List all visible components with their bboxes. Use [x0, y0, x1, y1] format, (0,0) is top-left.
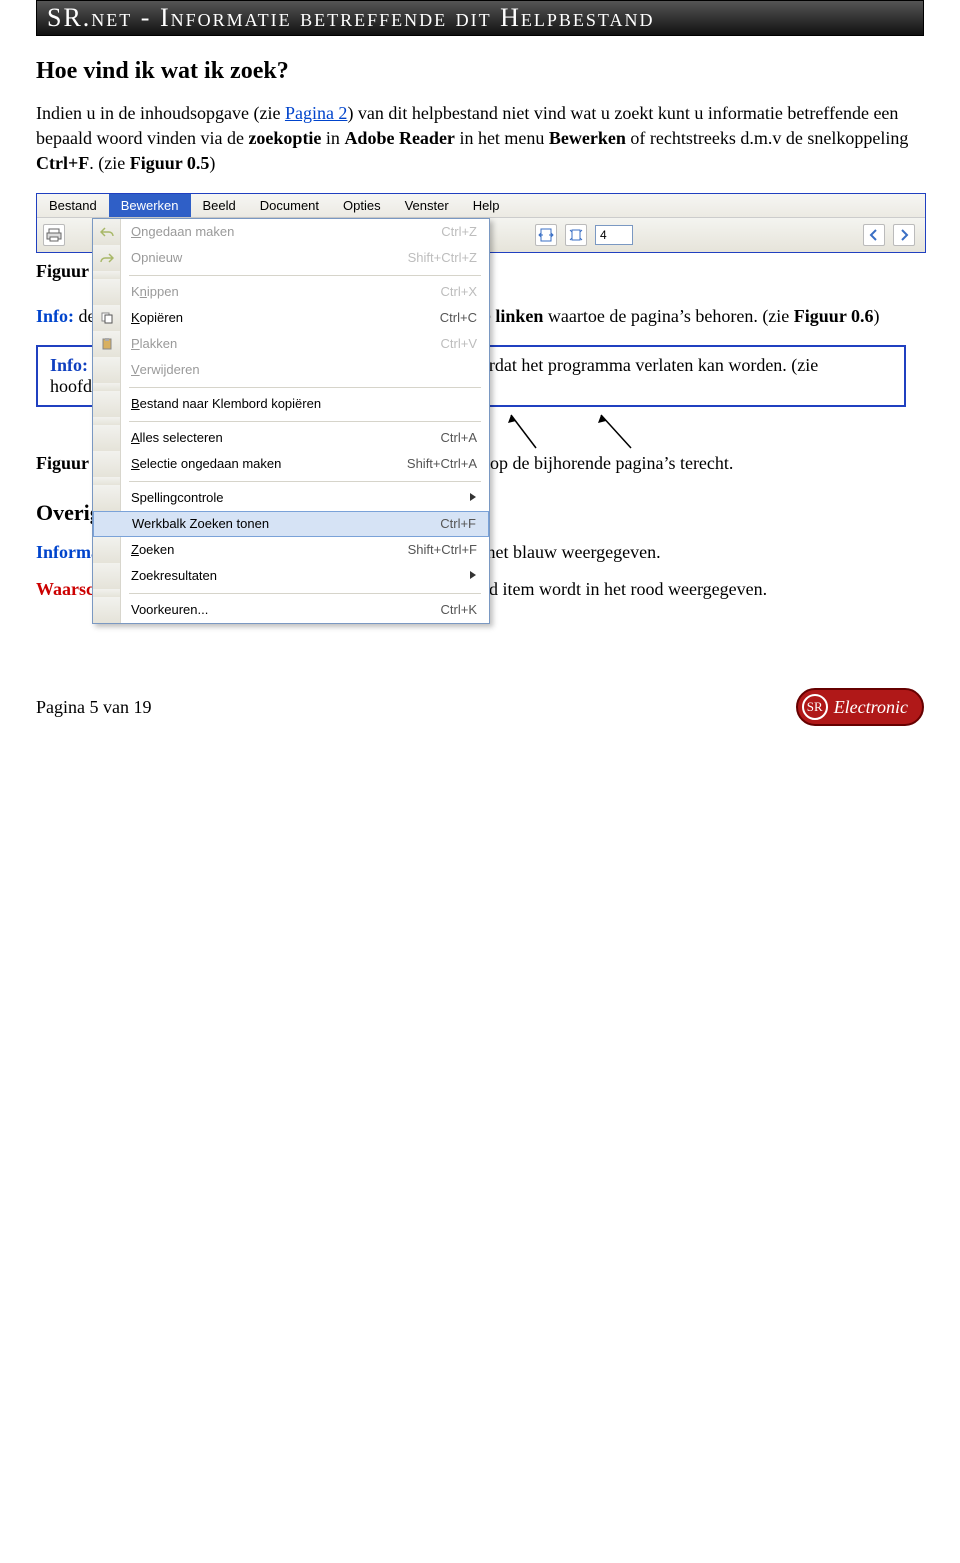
menu-separator	[93, 477, 489, 485]
text: Indien u in de inhoudsopgave (zie	[36, 103, 285, 123]
prev-page-icon[interactable]	[863, 224, 885, 246]
menu-item-label: Bestand naar Klembord kopiëren	[121, 396, 397, 411]
text: in	[321, 128, 344, 148]
menu-separator	[93, 271, 489, 279]
text: waartoe de pagina’s behoren. (zie	[543, 306, 793, 326]
blank-icon	[93, 537, 121, 563]
menu-item-label: Werkbalk Zoeken tonen	[122, 516, 396, 531]
menu-item-shortcut: Ctrl+Z	[397, 224, 489, 239]
screenshot-adobe-menu: BestandBewerkenBeeldDocumentOptiesVenste…	[36, 193, 926, 253]
menu-item-shortcut: Shift+Ctrl+A	[395, 456, 489, 471]
text: )	[873, 306, 879, 326]
intro-paragraph: Indien u in de inhoudsopgave (zie Pagina…	[36, 101, 924, 177]
menu-item-shortcut: Shift+Ctrl+Z	[396, 250, 489, 265]
menu-item-shortcut	[397, 568, 489, 583]
blank-icon	[93, 485, 121, 511]
info-label: Info:	[36, 306, 74, 326]
redo-icon	[93, 245, 121, 271]
pointer-arrows	[36, 413, 906, 449]
menu-item-label: Opnieuw	[121, 250, 396, 265]
menu-item-zoeken[interactable]: ZoekenShift+Ctrl+F	[93, 537, 489, 563]
blank-icon	[93, 451, 121, 477]
menu-item-shortcut: Ctrl+V	[397, 336, 489, 351]
bold-adobe-reader: Adobe Reader	[344, 128, 455, 148]
menu-item-shortcut: Ctrl+K	[397, 602, 489, 617]
fit-page-icon[interactable]	[565, 224, 587, 246]
menu-item-shortcut: Ctrl+F	[396, 516, 488, 531]
menubar-item-document[interactable]: Document	[248, 194, 331, 217]
print-icon[interactable]	[43, 224, 65, 246]
link-pagina-2[interactable]: Pagina 2	[285, 103, 348, 123]
menubar-item-bewerken[interactable]: Bewerken	[109, 194, 191, 217]
menu-item-verwijderen: Verwijderen	[93, 357, 489, 383]
toolbar: Ongedaan makenCtrl+ZOpnieuwShift+Ctrl+ZK…	[37, 218, 925, 252]
bold-bewerken: Bewerken	[549, 128, 626, 148]
blank-icon	[93, 279, 121, 305]
menu-item-label: Plakken	[121, 336, 397, 351]
text: in het menu	[455, 128, 549, 148]
bold-ctrlf: Ctrl+F	[36, 153, 89, 173]
menu-item-opnieuw: OpnieuwShift+Ctrl+Z	[93, 245, 489, 271]
bold-linken: linken	[495, 306, 543, 326]
menu-item-selectie-ongedaan-maken[interactable]: Selectie ongedaan makenShift+Ctrl+A	[93, 451, 489, 477]
text: . (zie	[89, 153, 129, 173]
paste-icon	[93, 331, 121, 357]
menu-item-label: Knippen	[121, 284, 397, 299]
text: )	[209, 153, 215, 173]
text: of rechtstreeks d.m.v de snelkoppeling	[626, 128, 908, 148]
menu-item-shortcut: Ctrl+C	[397, 310, 489, 325]
next-page-icon[interactable]	[893, 224, 915, 246]
menu-separator	[93, 589, 489, 597]
menu-item-label: Spellingcontrole	[121, 490, 397, 505]
page-number-input[interactable]: 4	[595, 225, 633, 245]
menu-item-label: Zoeken	[121, 542, 396, 557]
menubar-item-help[interactable]: Help	[461, 194, 512, 217]
menubar: BestandBewerkenBeeldDocumentOptiesVenste…	[37, 194, 925, 218]
sr-icon: SR	[802, 694, 828, 720]
menubar-item-bestand[interactable]: Bestand	[37, 194, 109, 217]
blank-icon	[94, 512, 122, 536]
bold-fig05: Figuur 0.5	[130, 153, 210, 173]
menu-item-shortcut: Ctrl+X	[397, 284, 489, 299]
menu-item-label: Verwijderen	[121, 362, 397, 377]
menu-item-shortcut	[397, 490, 489, 505]
blank-icon	[93, 357, 121, 383]
info-label: Info:	[50, 355, 88, 375]
menubar-item-opties[interactable]: Opties	[331, 194, 393, 217]
bold-fig06: Figuur 0.6	[794, 306, 874, 326]
menu-item-plakken: PlakkenCtrl+V	[93, 331, 489, 357]
menu-separator	[93, 383, 489, 391]
menu-item-kopi-ren[interactable]: KopiërenCtrl+C	[93, 305, 489, 331]
menubar-item-venster[interactable]: Venster	[393, 194, 461, 217]
menu-item-ongedaan-maken: Ongedaan makenCtrl+Z	[93, 219, 489, 245]
header-bar: SR.net - Informatie betreffende dit Help…	[36, 0, 924, 36]
menu-item-knippen: KnippenCtrl+X	[93, 279, 489, 305]
badge-text: Electronic	[834, 697, 908, 718]
menu-item-spellingcontrole[interactable]: Spellingcontrole	[93, 485, 489, 511]
sr-electronic-badge: SR Electronic	[796, 688, 924, 726]
copy-icon	[93, 305, 121, 331]
blank-icon	[93, 597, 121, 623]
menu-item-label: Voorkeuren...	[121, 602, 397, 617]
menu-item-label: Selectie ongedaan maken	[121, 456, 395, 471]
menu-item-label: Kopiëren	[121, 310, 397, 325]
menu-item-voorkeuren-[interactable]: Voorkeuren...Ctrl+K	[93, 597, 489, 623]
menu-item-werkbalk-zoeken-tonen[interactable]: Werkbalk Zoeken tonenCtrl+F	[93, 511, 489, 537]
undo-icon	[93, 219, 121, 245]
fit-width-icon[interactable]	[535, 224, 557, 246]
menubar-item-beeld[interactable]: Beeld	[191, 194, 248, 217]
menu-item-zoekresultaten[interactable]: Zoekresultaten	[93, 563, 489, 589]
page-number-footer: Pagina 5 van 19	[36, 697, 151, 718]
heading-how-find: Hoe vind ik wat ik zoek?	[36, 58, 924, 85]
menu-item-label: Zoekresultaten	[121, 568, 397, 583]
menu-item-shortcut: Shift+Ctrl+F	[396, 542, 489, 557]
bold-zoekoptie: zoekoptie	[248, 128, 321, 148]
menu-item-label: Ongedaan maken	[121, 224, 397, 239]
blank-icon	[93, 563, 121, 589]
